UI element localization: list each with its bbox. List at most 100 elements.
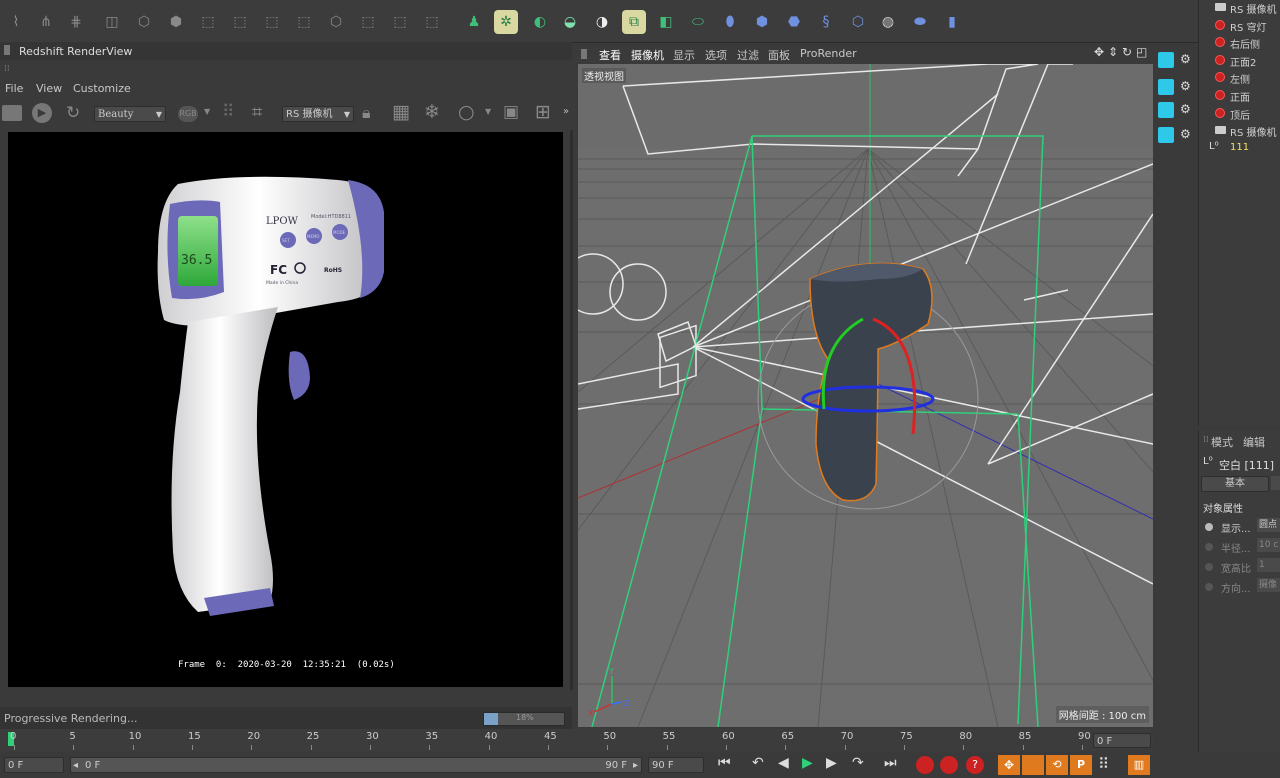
go-to-start-icon[interactable]: ⏮ — [718, 755, 731, 771]
twist-tool-icon[interactable]: ⬚ — [228, 10, 252, 34]
end-frame-field[interactable]: 90 F — [648, 757, 704, 773]
object-list-item[interactable]: 正面 — [1199, 87, 1280, 104]
rotate-view-icon[interactable]: ↻ — [1122, 45, 1132, 59]
rotate-key-icon[interactable]: ⟲ — [1046, 755, 1068, 775]
range-left-arrow-icon[interactable]: ◂ — [73, 758, 78, 774]
attr-basic-tab[interactable]: 基本 — [1201, 476, 1269, 492]
snowflake-icon[interactable]: ❄ — [424, 101, 440, 123]
disc-icon[interactable]: ⬬ — [908, 10, 932, 34]
viewport-menu-cameras[interactable]: 摄像机 — [631, 47, 664, 63]
camera-select[interactable]: RS 摄像机 ▼ — [282, 106, 354, 122]
viewport-menu-options[interactable]: 选项 — [705, 47, 727, 63]
prev-frame-icon[interactable]: ◀ — [778, 755, 789, 771]
attr-field-value[interactable]: 1 — [1257, 558, 1280, 572]
object-list-item[interactable]: 顶后 — [1199, 105, 1280, 122]
render-canvas[interactable]: 36.5 LPOW Model:HTD8811 SET MEMO MODE FC… — [8, 132, 563, 687]
array-tool-icon[interactable]: ⋔ — [34, 10, 58, 34]
viewport-menu-panel[interactable]: 面板 — [768, 47, 790, 63]
object-list-item[interactable]: RS 穹灯 — [1199, 17, 1280, 34]
chevron-down-icon[interactable]: ▼ — [204, 107, 210, 116]
rgb-toggle[interactable]: RGB — [178, 106, 198, 122]
object-list-item[interactable]: 右后侧 — [1199, 34, 1280, 51]
bulge-tool-icon[interactable]: ⬚ — [356, 10, 380, 34]
add-icon[interactable]: ⊞ — [535, 101, 551, 123]
timeline-ruler[interactable]: 0 5 10 15 20 25 30 35 40 45 50 55 60 65 70 75 80 85 90 0 F — [0, 729, 1153, 751]
grid-icon[interactable]: ▦ — [392, 101, 410, 123]
next-key-icon[interactable]: ↷ — [852, 755, 864, 771]
overflow-icon[interactable]: » — [563, 106, 569, 117]
attr-field-value[interactable]: 10 c — [1257, 538, 1280, 552]
gear-icon[interactable]: ⚙ — [1180, 102, 1191, 116]
cube-tool-icon[interactable]: ⬡ — [132, 10, 156, 34]
cylinder-icon[interactable]: ▮ — [940, 10, 964, 34]
panel-divider[interactable] — [570, 130, 573, 690]
gear-icon[interactable]: ⚙ — [1180, 79, 1191, 93]
prev-key-icon[interactable]: ↶ — [752, 755, 764, 771]
refresh-icon[interactable]: ↻ — [66, 103, 80, 123]
viewport-menu-filter[interactable]: 过滤 — [737, 47, 759, 63]
auto-key-icon[interactable] — [940, 756, 958, 774]
panel-grip-icon[interactable]: ⁞⁞ — [1203, 435, 1209, 445]
image-icon[interactable]: ▣ — [503, 102, 519, 122]
lock-icon[interactable]: 🔒︎ — [362, 103, 371, 123]
attr-field-radio[interactable] — [1205, 523, 1213, 531]
object-list-item[interactable]: 左侧 — [1199, 69, 1280, 86]
object-list-item[interactable]: RS 摄像机 — [1199, 0, 1280, 16]
grid-dots-icon[interactable]: ⠿ — [222, 102, 234, 122]
scale-key-icon[interactable] — [1022, 755, 1044, 775]
sphere-wire-icon[interactable]: ◍ — [876, 10, 900, 34]
zoom-view-icon[interactable]: ⇕ — [1108, 45, 1118, 59]
cube-blue-icon[interactable]: ⬢ — [750, 10, 774, 34]
chevron-down-icon[interactable]: ▼ — [485, 107, 491, 116]
viewport-menu-view[interactable]: 查看 — [599, 47, 621, 63]
circle-icon[interactable]: ○ — [458, 101, 475, 123]
menu-file[interactable]: File — [5, 82, 23, 95]
attr-field-radio[interactable] — [1205, 563, 1213, 571]
move-key-icon[interactable]: ✥ — [998, 755, 1020, 775]
layout-single-icon[interactable] — [1158, 52, 1174, 68]
perspective-viewport[interactable]: Y X Z 透视视图 网格间距 : 100 cm — [578, 64, 1153, 727]
frame-range-slider[interactable]: ◂ 0 F 90 F ▸ — [70, 757, 642, 773]
menu-customize[interactable]: Customize — [73, 82, 131, 95]
shader-sphere-icon[interactable]: ◐ — [528, 10, 552, 34]
param-key-icon[interactable]: P — [1070, 755, 1092, 775]
attr-field-radio[interactable] — [1205, 543, 1213, 551]
attr-field-value[interactable]: 摄像 — [1257, 578, 1280, 592]
current-frame-field[interactable]: 0 F — [1093, 733, 1151, 748]
attr-tab-mode[interactable]: 模式 — [1211, 434, 1233, 450]
menu-view[interactable]: View — [36, 82, 62, 95]
viewport-menu-display[interactable]: 显示 — [673, 47, 695, 63]
mograph-icon[interactable]: ✲ — [494, 10, 518, 34]
move-view-icon[interactable]: ✥ — [1094, 45, 1104, 59]
go-to-end-icon[interactable]: ⏭ — [884, 755, 897, 771]
deformer-tool-icon[interactable]: ⬢ — [164, 10, 188, 34]
shear-tool-icon[interactable]: ⬚ — [292, 10, 316, 34]
object-list-item[interactable]: RS 摄像机 — [1199, 122, 1280, 139]
spline-tool-icon[interactable]: ⌇ — [4, 10, 28, 34]
record-keys-icon[interactable] — [916, 756, 934, 774]
keyframe-help-icon[interactable]: ? — [966, 756, 984, 774]
deformer-blue-icon[interactable]: ⬮ — [718, 10, 742, 34]
render-play-icon[interactable]: ▶ — [32, 103, 52, 123]
ffd-icon[interactable]: ⬡ — [846, 10, 870, 34]
figure-icon[interactable]: ♟ — [462, 10, 486, 34]
gear-icon[interactable]: ⚙ — [1180, 127, 1191, 141]
maximize-view-icon[interactable]: ◰ — [1136, 45, 1147, 59]
gear-icon[interactable]: ⚙ — [1180, 52, 1191, 66]
spring-icon[interactable]: § — [814, 10, 838, 34]
fracture-icon[interactable]: ◧ — [654, 10, 678, 34]
layout-three-icon[interactable] — [1158, 127, 1174, 143]
cloner-icon[interactable]: ⧉ — [622, 10, 646, 34]
panel-menu-grip-icon[interactable]: ⁞⁞ — [4, 64, 14, 74]
viewport-menu-prorender[interactable]: ProRender — [800, 47, 857, 60]
attr-field-value[interactable]: 圆点 — [1257, 518, 1280, 532]
range-right-arrow-icon[interactable]: ▸ — [633, 758, 638, 774]
object-list-item[interactable]: L⁰ 111 — [1199, 140, 1280, 157]
attr-next-tab[interactable] — [1271, 476, 1280, 490]
clapperboard-icon[interactable] — [2, 105, 22, 121]
start-frame-field[interactable]: 0 F — [4, 757, 64, 773]
bend-tool-icon[interactable]: ⬚ — [196, 10, 220, 34]
attr-tab-edit[interactable]: 编辑 — [1243, 434, 1265, 450]
panel-grip-icon[interactable] — [4, 45, 10, 55]
object-list-item[interactable]: 正面2 — [1199, 52, 1280, 69]
